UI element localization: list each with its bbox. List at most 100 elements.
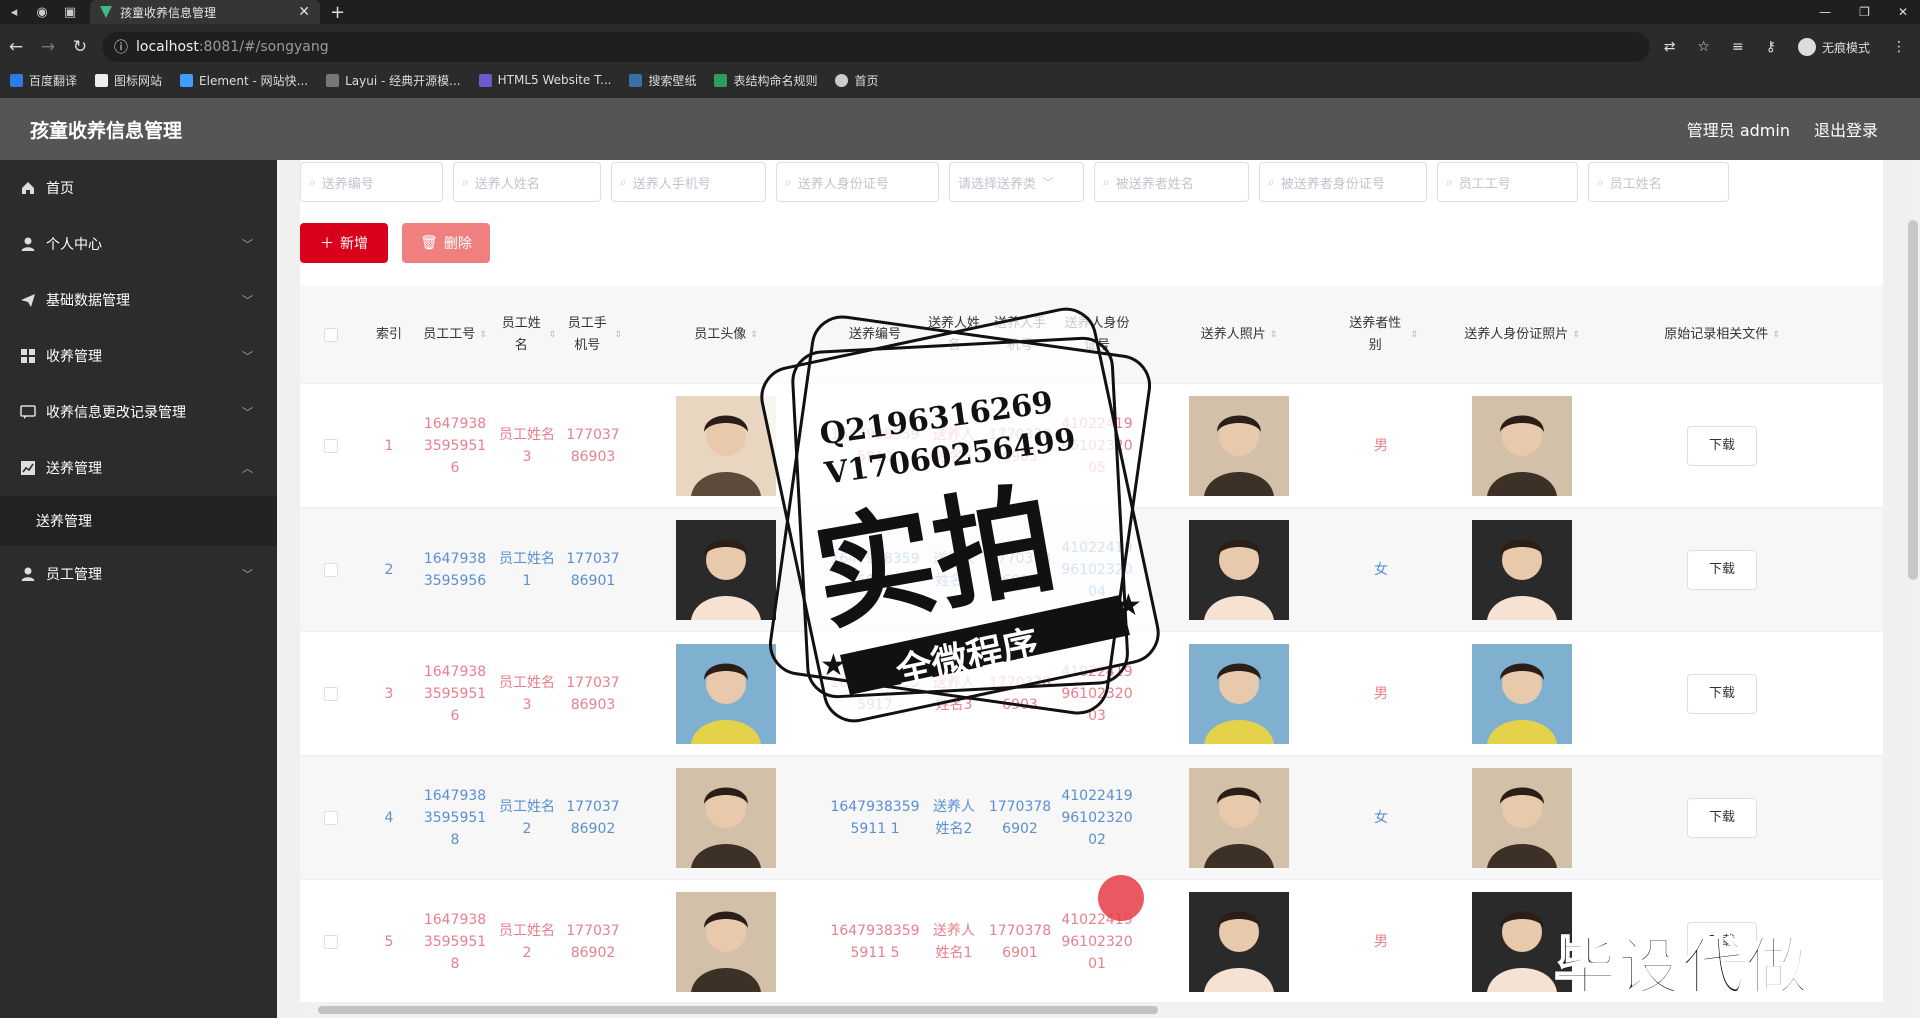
cell-emp-phone: 17703786902: [566, 798, 620, 837]
audio-icon[interactable]: ◂: [0, 0, 28, 24]
sender-id-photo-image: [1472, 395, 1572, 496]
bookmark-item[interactable]: 百度翻译: [10, 72, 77, 89]
download-button[interactable]: 下载: [1687, 549, 1757, 590]
reload-icon[interactable]: ↻: [64, 37, 96, 57]
download-button[interactable]: 下载: [1687, 797, 1757, 838]
cell-emp-phone: 17703786901: [566, 550, 620, 589]
sort-icon[interactable]: ⇕: [614, 324, 622, 346]
send-icon: [20, 292, 36, 308]
filter-adoptee-name[interactable]: ⌕ 被送养者姓名: [1094, 162, 1249, 202]
table-row[interactable]: 4 16479383595951 8 员工姓名2 17703786902 1647938…: [300, 756, 1883, 880]
filter-sender-id[interactable]: ⌕ 送养人身份证号: [776, 162, 939, 202]
sender-id-photo-image: [1472, 519, 1572, 620]
translate-icon[interactable]: ⇄: [1664, 39, 1676, 55]
sidebar-item-home[interactable]: 首页: [0, 160, 277, 216]
row-checkbox[interactable]: [324, 438, 338, 453]
bookmark-item[interactable]: 图标网站: [95, 72, 162, 89]
row-checkbox[interactable]: [324, 562, 338, 577]
sidebar-item-basic-data[interactable]: 基础数据管理 ﹀: [0, 272, 277, 328]
bookmark-item[interactable]: Layui - 经典开源模...: [326, 72, 461, 89]
sender-photo-image: [1189, 891, 1289, 992]
reading-list-icon[interactable]: ≡: [1732, 39, 1744, 55]
filter-sender-name[interactable]: ⌕ 送养人姓名: [453, 162, 601, 202]
cell-emp-phone: 17703786902: [566, 922, 620, 961]
sidebar-item-personal[interactable]: 个人中心 ﹀: [0, 216, 277, 272]
bookmark-item[interactable]: 搜索壁纸: [629, 72, 696, 89]
sidebar-item-change-log[interactable]: 收养信息更改记录管理 ﹀: [0, 384, 277, 440]
col-sender-id-photo[interactable]: 送养人身份证照片 ⇕: [1422, 324, 1622, 346]
scrollbar-thumb[interactable]: [318, 1006, 1158, 1014]
add-button[interactable]: ＋新增: [300, 223, 388, 263]
sidebar-item-adoption[interactable]: 收养管理 ﹀: [0, 328, 277, 384]
sort-icon[interactable]: ⇕: [1410, 324, 1418, 346]
watermark-text: 毕设代做: [1553, 929, 1810, 1004]
row-checkbox[interactable]: [324, 810, 338, 825]
filter-sender-phone[interactable]: ⌕ 送养人手机号: [611, 162, 766, 202]
minimize-icon[interactable]: —: [1819, 5, 1831, 19]
cell-sender-name: 送养人姓名2: [933, 798, 975, 837]
cell-gender: 男: [1374, 933, 1388, 950]
delete-button[interactable]: 🗑 删除: [402, 223, 490, 263]
sidebar-item-send-adoption[interactable]: 送养管理 ︿: [0, 440, 277, 496]
cell-gender: 女: [1374, 561, 1388, 578]
sort-icon[interactable]: ⇕: [1772, 324, 1780, 346]
address-bar[interactable]: ⓘ localhost:8081/#/songyang: [102, 32, 1650, 62]
cell-index: 3: [384, 685, 394, 702]
current-user: 管理员 admin: [1686, 121, 1790, 140]
star-icon[interactable]: ☆: [1697, 39, 1710, 55]
col-emp-no[interactable]: 员工工号 ⇕: [416, 324, 494, 346]
bookmark-item[interactable]: HTML5 Website T...: [478, 73, 611, 87]
star-icon: ★: [820, 648, 847, 683]
bookmark-item[interactable]: 首页: [835, 72, 879, 89]
bookmark-item[interactable]: Element - 网站快...: [180, 72, 308, 89]
filter-adoptee-id[interactable]: ⌕ 被送养者身份证号: [1259, 162, 1427, 202]
download-button[interactable]: 下载: [1687, 673, 1757, 714]
menu-icon[interactable]: ⋮: [1892, 39, 1906, 55]
restore-icon[interactable]: ❐: [1859, 5, 1870, 19]
search-icon: ⌕: [1103, 174, 1110, 189]
active-tab[interactable]: 孩童收养信息管理 ✕: [90, 0, 320, 24]
bookmark-item[interactable]: 表结构命名规则: [714, 72, 817, 89]
window-close-icon[interactable]: ✕: [1898, 5, 1908, 19]
filter-emp-no[interactable]: ⌕ 员工工号: [1437, 162, 1578, 202]
key-icon[interactable]: ⚷: [1766, 39, 1776, 55]
filter-send-type-select[interactable]: 请选择送养类 ﹀: [949, 162, 1084, 202]
action-buttons: ＋新增 🗑 删除: [300, 223, 490, 263]
col-file[interactable]: 原始记录相关文件 ⇕: [1622, 324, 1822, 346]
emp-avatar-image: [676, 891, 776, 992]
sort-icon[interactable]: ⇕: [1572, 324, 1580, 346]
vertical-scrollbar[interactable]: [1906, 160, 1920, 1018]
col-index: 索引: [375, 326, 402, 342]
bookmarks-bar: 百度翻译 图标网站 Element - 网站快... Layui - 经典开源模…: [0, 66, 1920, 94]
filter-send-no[interactable]: ⌕ 送养编号: [300, 162, 443, 202]
new-tab-icon[interactable]: +: [330, 2, 345, 23]
profile-button[interactable]: 无痕模式: [1797, 38, 1870, 56]
sidebar-item-staff[interactable]: 员工管理 ﹀: [0, 546, 277, 602]
col-emp-phone[interactable]: 员工手机号 ⇕: [560, 313, 626, 357]
forward-icon[interactable]: →: [32, 37, 64, 57]
pinned-tab-icon[interactable]: ▣: [56, 0, 84, 24]
globe-icon[interactable]: ◉: [28, 0, 56, 24]
col-emp-name[interactable]: 员工姓名 ⇕: [494, 313, 560, 357]
row-checkbox[interactable]: [324, 686, 338, 701]
row-checkbox[interactable]: [324, 934, 338, 949]
cell-emp-no: 16479383595951 6: [423, 415, 487, 476]
watermark-stamp: Q2196316269 V17060256499 实拍 全微程序 ★ ★: [760, 307, 1160, 723]
sender-photo-image: [1189, 643, 1289, 744]
sidebar-subitem-send-adoption[interactable]: 送养管理: [0, 496, 277, 546]
col-gender[interactable]: 送养者性别 ⇕: [1340, 313, 1422, 357]
download-button[interactable]: 下载: [1687, 425, 1757, 466]
cell-sender-phone: 17703786902: [988, 798, 1052, 837]
sender-id-photo-image: [1472, 643, 1572, 744]
mouse-cursor-indicator: [1098, 875, 1144, 921]
filter-emp-name[interactable]: ⌕ 员工姓名: [1588, 162, 1729, 202]
back-icon[interactable]: ←: [0, 37, 32, 57]
incognito-icon: [1797, 38, 1816, 56]
sort-icon[interactable]: ⇕: [479, 324, 487, 346]
scrollbar-thumb[interactable]: [1908, 220, 1918, 580]
close-icon[interactable]: ✕: [298, 4, 310, 20]
sort-icon[interactable]: ⇕: [1270, 324, 1278, 346]
select-all-checkbox[interactable]: [324, 327, 338, 342]
sort-icon[interactable]: ⇕: [548, 324, 556, 346]
logout-link[interactable]: 退出登录: [1814, 117, 1878, 141]
